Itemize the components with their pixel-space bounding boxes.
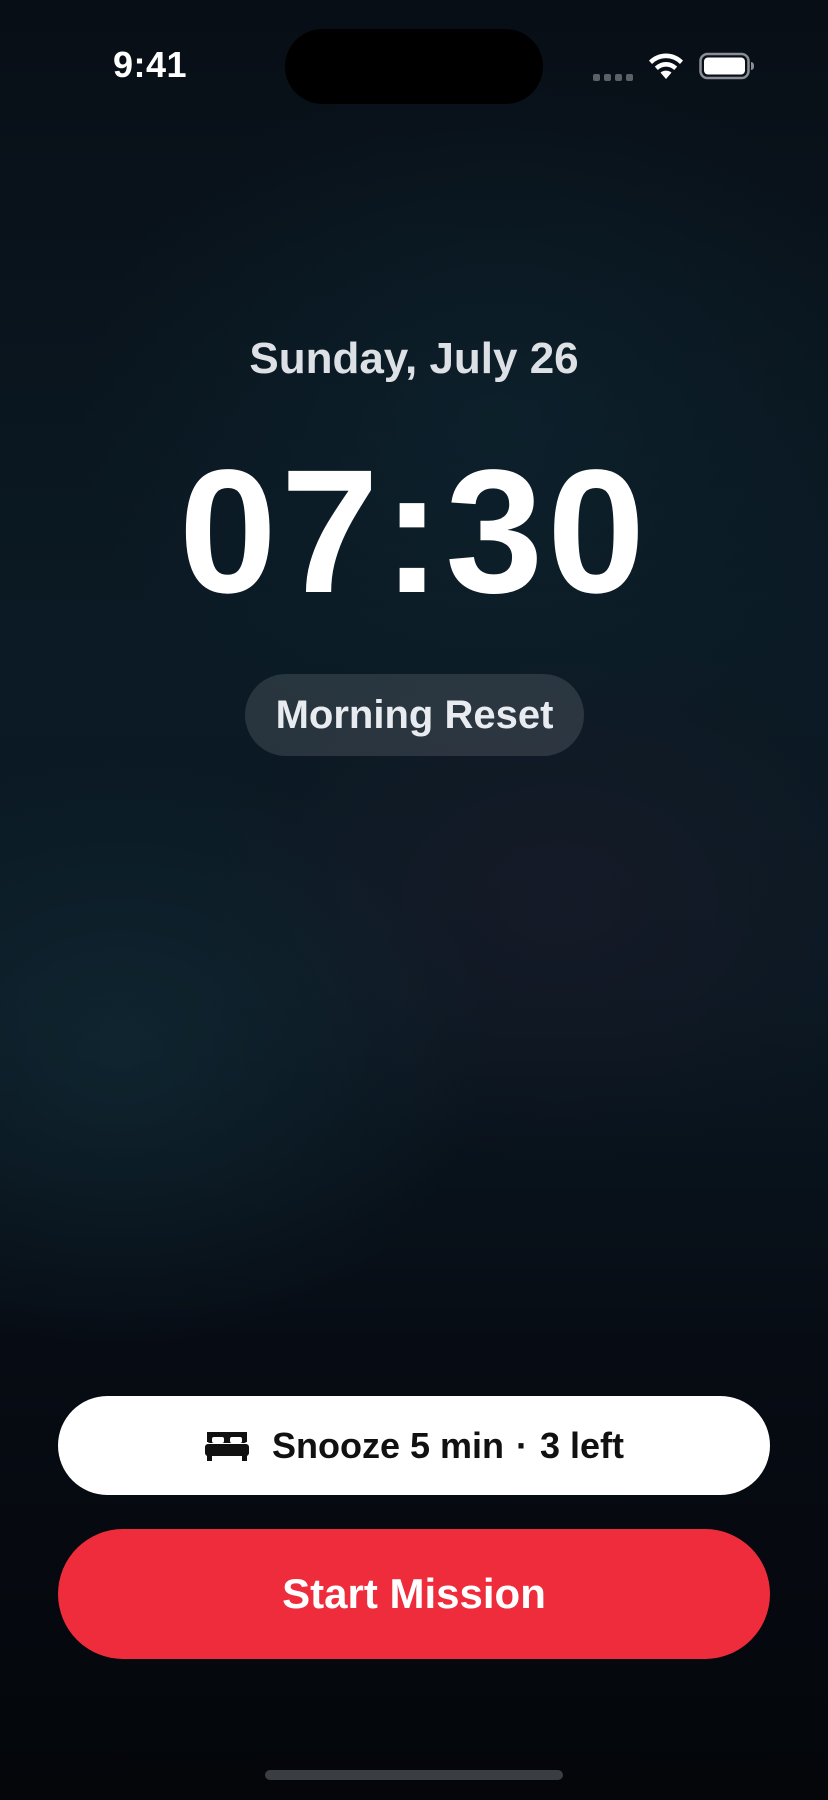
alarm-screen: 9:41 Sunday, July 26 07:30 Morning Reset: [0, 0, 828, 1800]
alarm-time: 07:30: [178, 434, 650, 630]
snooze-separator: ·: [516, 1424, 528, 1466]
start-mission-button[interactable]: Start Mission: [58, 1529, 770, 1659]
snooze-label: Snooze 5 min: [271, 1424, 504, 1466]
alarm-date: Sunday, July 26: [249, 334, 579, 383]
home-indicator[interactable]: [265, 1770, 563, 1780]
snooze-remaining: 3 left: [540, 1424, 625, 1466]
battery-icon: [699, 52, 754, 80]
dynamic-island: [285, 29, 543, 104]
cellular-signal-icon: [593, 72, 635, 82]
start-mission-label: Start Mission: [282, 1570, 546, 1617]
status-bar-time: 9:41: [112, 44, 188, 85]
alarm-label-badge: Morning Reset: [245, 674, 584, 756]
bed-icon: [204, 1431, 249, 1461]
wifi-icon: [649, 53, 683, 79]
alarm-label-text: Morning Reset: [275, 692, 554, 737]
snooze-button[interactable]: Snooze 5 min · 3 left: [58, 1396, 770, 1495]
